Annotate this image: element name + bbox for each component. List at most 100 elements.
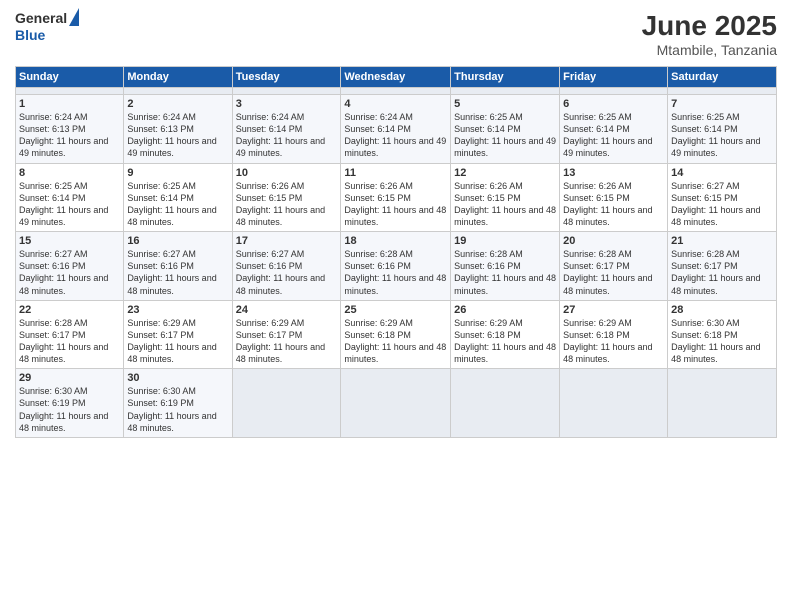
day-info: Sunrise: 6:25 AMSunset: 6:14 PMDaylight:… bbox=[19, 180, 120, 229]
logo-blue: Blue bbox=[15, 27, 67, 44]
table-row: 5Sunrise: 6:25 AMSunset: 6:14 PMDaylight… bbox=[451, 95, 560, 164]
header-saturday: Saturday bbox=[668, 67, 777, 88]
table-row: 27Sunrise: 6:29 AMSunset: 6:18 PMDayligh… bbox=[560, 300, 668, 369]
table-row: 2Sunrise: 6:24 AMSunset: 6:13 PMDaylight… bbox=[124, 95, 232, 164]
table-row bbox=[451, 88, 560, 95]
header: General Blue June 2025 Mtambile, Tanzani… bbox=[15, 10, 777, 58]
logo-text: General Blue bbox=[15, 10, 67, 44]
table-row: 23Sunrise: 6:29 AMSunset: 6:17 PMDayligh… bbox=[124, 300, 232, 369]
day-number: 15 bbox=[19, 235, 120, 247]
day-info: Sunrise: 6:25 AMSunset: 6:14 PMDaylight:… bbox=[127, 180, 228, 229]
day-number: 29 bbox=[19, 372, 120, 384]
day-info: Sunrise: 6:30 AMSunset: 6:18 PMDaylight:… bbox=[671, 317, 773, 366]
table-row: 26Sunrise: 6:29 AMSunset: 6:18 PMDayligh… bbox=[451, 300, 560, 369]
day-info: Sunrise: 6:28 AMSunset: 6:17 PMDaylight:… bbox=[671, 248, 773, 297]
header-friday: Friday bbox=[560, 67, 668, 88]
day-number: 18 bbox=[344, 235, 447, 247]
month-title: June 2025 bbox=[642, 10, 777, 42]
day-number: 28 bbox=[671, 304, 773, 316]
day-info: Sunrise: 6:27 AMSunset: 6:15 PMDaylight:… bbox=[671, 180, 773, 229]
page: General Blue June 2025 Mtambile, Tanzani… bbox=[0, 0, 792, 612]
calendar-header-row: Sunday Monday Tuesday Wednesday Thursday… bbox=[16, 67, 777, 88]
day-info: Sunrise: 6:26 AMSunset: 6:15 PMDaylight:… bbox=[563, 180, 664, 229]
table-row: 4Sunrise: 6:24 AMSunset: 6:14 PMDaylight… bbox=[341, 95, 451, 164]
day-info: Sunrise: 6:29 AMSunset: 6:17 PMDaylight:… bbox=[127, 317, 228, 366]
day-info: Sunrise: 6:25 AMSunset: 6:14 PMDaylight:… bbox=[563, 111, 664, 160]
day-info: Sunrise: 6:26 AMSunset: 6:15 PMDaylight:… bbox=[236, 180, 338, 229]
day-number: 19 bbox=[454, 235, 556, 247]
day-number: 13 bbox=[563, 167, 664, 179]
table-row: 8Sunrise: 6:25 AMSunset: 6:14 PMDaylight… bbox=[16, 163, 124, 232]
day-number: 1 bbox=[19, 98, 120, 110]
table-row bbox=[16, 88, 124, 95]
day-info: Sunrise: 6:28 AMSunset: 6:17 PMDaylight:… bbox=[19, 317, 120, 366]
day-info: Sunrise: 6:27 AMSunset: 6:16 PMDaylight:… bbox=[236, 248, 338, 297]
table-row: 29Sunrise: 6:30 AMSunset: 6:19 PMDayligh… bbox=[16, 369, 124, 438]
day-number: 8 bbox=[19, 167, 120, 179]
location: Mtambile, Tanzania bbox=[642, 42, 777, 58]
table-row bbox=[668, 369, 777, 438]
day-number: 26 bbox=[454, 304, 556, 316]
table-row bbox=[232, 369, 341, 438]
day-number: 30 bbox=[127, 372, 228, 384]
table-row: 14Sunrise: 6:27 AMSunset: 6:15 PMDayligh… bbox=[668, 163, 777, 232]
table-row bbox=[560, 369, 668, 438]
title-block: June 2025 Mtambile, Tanzania bbox=[642, 10, 777, 58]
table-row: 10Sunrise: 6:26 AMSunset: 6:15 PMDayligh… bbox=[232, 163, 341, 232]
day-number: 27 bbox=[563, 304, 664, 316]
day-info: Sunrise: 6:29 AMSunset: 6:18 PMDaylight:… bbox=[344, 317, 447, 366]
day-info: Sunrise: 6:28 AMSunset: 6:16 PMDaylight:… bbox=[454, 248, 556, 297]
table-row bbox=[560, 88, 668, 95]
day-info: Sunrise: 6:24 AMSunset: 6:14 PMDaylight:… bbox=[236, 111, 338, 160]
day-number: 7 bbox=[671, 98, 773, 110]
day-number: 14 bbox=[671, 167, 773, 179]
day-info: Sunrise: 6:28 AMSunset: 6:17 PMDaylight:… bbox=[563, 248, 664, 297]
day-info: Sunrise: 6:28 AMSunset: 6:16 PMDaylight:… bbox=[344, 248, 447, 297]
table-row: 16Sunrise: 6:27 AMSunset: 6:16 PMDayligh… bbox=[124, 232, 232, 301]
table-row: 21Sunrise: 6:28 AMSunset: 6:17 PMDayligh… bbox=[668, 232, 777, 301]
day-info: Sunrise: 6:25 AMSunset: 6:14 PMDaylight:… bbox=[454, 111, 556, 160]
table-row: 22Sunrise: 6:28 AMSunset: 6:17 PMDayligh… bbox=[16, 300, 124, 369]
table-row: 7Sunrise: 6:25 AMSunset: 6:14 PMDaylight… bbox=[668, 95, 777, 164]
day-info: Sunrise: 6:29 AMSunset: 6:18 PMDaylight:… bbox=[563, 317, 664, 366]
table-row bbox=[341, 88, 451, 95]
day-number: 2 bbox=[127, 98, 228, 110]
logo-general: General bbox=[15, 10, 67, 27]
table-row: 19Sunrise: 6:28 AMSunset: 6:16 PMDayligh… bbox=[451, 232, 560, 301]
calendar-table: Sunday Monday Tuesday Wednesday Thursday… bbox=[15, 66, 777, 438]
table-row bbox=[232, 88, 341, 95]
day-number: 10 bbox=[236, 167, 338, 179]
logo: General Blue bbox=[15, 10, 79, 44]
table-row: 1Sunrise: 6:24 AMSunset: 6:13 PMDaylight… bbox=[16, 95, 124, 164]
header-wednesday: Wednesday bbox=[341, 67, 451, 88]
day-number: 20 bbox=[563, 235, 664, 247]
day-info: Sunrise: 6:30 AMSunset: 6:19 PMDaylight:… bbox=[127, 385, 228, 434]
day-info: Sunrise: 6:27 AMSunset: 6:16 PMDaylight:… bbox=[127, 248, 228, 297]
table-row: 28Sunrise: 6:30 AMSunset: 6:18 PMDayligh… bbox=[668, 300, 777, 369]
day-info: Sunrise: 6:24 AMSunset: 6:14 PMDaylight:… bbox=[344, 111, 447, 160]
table-row bbox=[341, 369, 451, 438]
day-number: 23 bbox=[127, 304, 228, 316]
day-info: Sunrise: 6:27 AMSunset: 6:16 PMDaylight:… bbox=[19, 248, 120, 297]
day-number: 9 bbox=[127, 167, 228, 179]
day-number: 12 bbox=[454, 167, 556, 179]
table-row: 24Sunrise: 6:29 AMSunset: 6:17 PMDayligh… bbox=[232, 300, 341, 369]
table-row bbox=[451, 369, 560, 438]
day-info: Sunrise: 6:24 AMSunset: 6:13 PMDaylight:… bbox=[127, 111, 228, 160]
day-number: 17 bbox=[236, 235, 338, 247]
day-number: 5 bbox=[454, 98, 556, 110]
day-info: Sunrise: 6:26 AMSunset: 6:15 PMDaylight:… bbox=[454, 180, 556, 229]
day-number: 21 bbox=[671, 235, 773, 247]
header-sunday: Sunday bbox=[16, 67, 124, 88]
table-row: 6Sunrise: 6:25 AMSunset: 6:14 PMDaylight… bbox=[560, 95, 668, 164]
day-number: 25 bbox=[344, 304, 447, 316]
logo-triangle-icon bbox=[69, 8, 79, 26]
table-row bbox=[668, 88, 777, 95]
table-row: 12Sunrise: 6:26 AMSunset: 6:15 PMDayligh… bbox=[451, 163, 560, 232]
day-number: 4 bbox=[344, 98, 447, 110]
header-tuesday: Tuesday bbox=[232, 67, 341, 88]
table-row: 17Sunrise: 6:27 AMSunset: 6:16 PMDayligh… bbox=[232, 232, 341, 301]
day-info: Sunrise: 6:29 AMSunset: 6:17 PMDaylight:… bbox=[236, 317, 338, 366]
header-monday: Monday bbox=[124, 67, 232, 88]
day-info: Sunrise: 6:26 AMSunset: 6:15 PMDaylight:… bbox=[344, 180, 447, 229]
